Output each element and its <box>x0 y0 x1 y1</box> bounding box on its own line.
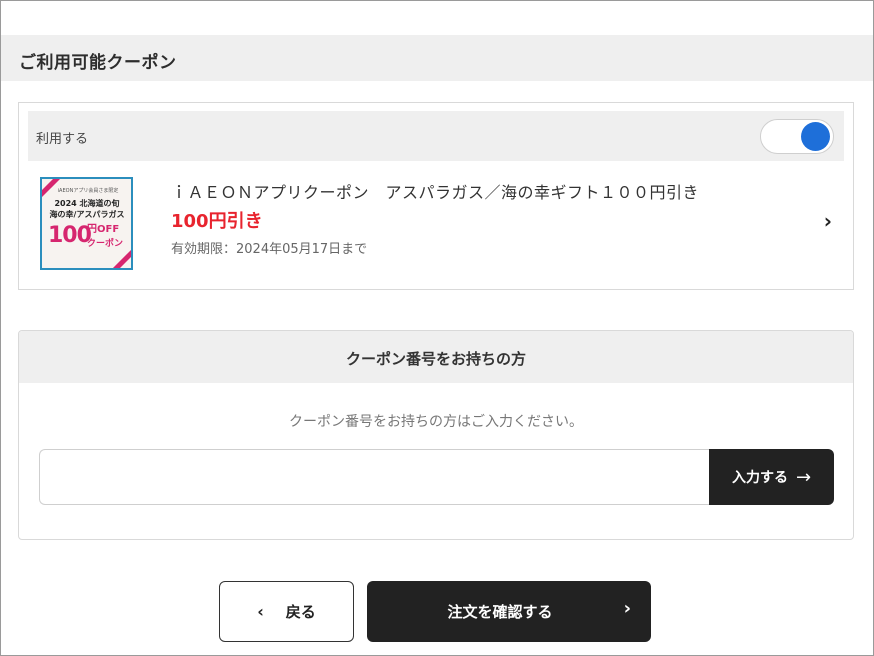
thumbnail-line2: 海の幸/アスパラガス <box>49 210 125 219</box>
submit-label: 入力する <box>731 470 788 486</box>
thumbnail-amount: 100 <box>48 223 92 248</box>
page-frame <box>0 0 874 656</box>
coupon-discount: 100円引き <box>171 211 263 232</box>
available-coupon-card: 利用する iAEONアプリ会員さま限定 2024 北海道の旬 海の幸/アスパラガ… <box>18 102 854 290</box>
use-coupon-label: 利用する <box>36 132 89 147</box>
confirm-order-button[interactable]: 注文を確認する › <box>367 581 651 642</box>
confirm-label: 注文を確認する <box>447 603 553 621</box>
back-label: 戻る <box>285 603 316 621</box>
coupon-code-input[interactable] <box>39 449 711 505</box>
coupon-code-card: クーポン番号をお持ちの方 クーポン番号をお持ちの方はご入力ください。 入力する … <box>18 330 854 540</box>
chevron-right-icon: › <box>623 598 631 619</box>
section-header: ご利用可能クーポン <box>1 35 873 81</box>
coupon-code-title: クーポン番号をお持ちの方 <box>345 350 526 368</box>
thumbnail-line1: 2024 北海道の旬 <box>54 199 120 208</box>
coupon-code-header: クーポン番号をお持ちの方 <box>19 331 853 383</box>
coupon-list-item[interactable]: iAEONアプリ会員さま限定 2024 北海道の旬 海の幸/アスパラガス 100… <box>28 169 844 279</box>
coupon-name: ｉＡＥＯＮアプリクーポン アスパラガス／海の幸ギフト１００円引き <box>171 183 700 202</box>
use-coupon-toggle[interactable] <box>760 119 834 154</box>
thumbnail-off: 円OFF <box>87 224 120 235</box>
toggle-knob <box>801 122 830 151</box>
coupon-code-submit-button[interactable]: 入力する → <box>709 449 834 505</box>
use-coupon-row: 利用する <box>28 111 844 161</box>
section-title: ご利用可能クーポン <box>19 53 177 73</box>
chevron-right-icon[interactable]: › <box>824 209 832 233</box>
back-button[interactable]: ‹ 戻る <box>219 581 354 642</box>
coupon-expiry: 有効期限：2024年05月17日まで <box>171 242 368 257</box>
chevron-left-icon: ‹ <box>257 602 264 621</box>
arrow-right-icon: → <box>795 466 812 488</box>
thumbnail-coupon-word: クーポン <box>87 239 124 249</box>
coupon-thumbnail: iAEONアプリ会員さま限定 2024 北海道の旬 海の幸/アスパラガス 100… <box>40 177 133 270</box>
coupon-code-hint: クーポン番号をお持ちの方はご入力ください。 <box>289 414 583 430</box>
thumbnail-top-text: iAEONアプリ会員さま限定 <box>57 188 119 194</box>
